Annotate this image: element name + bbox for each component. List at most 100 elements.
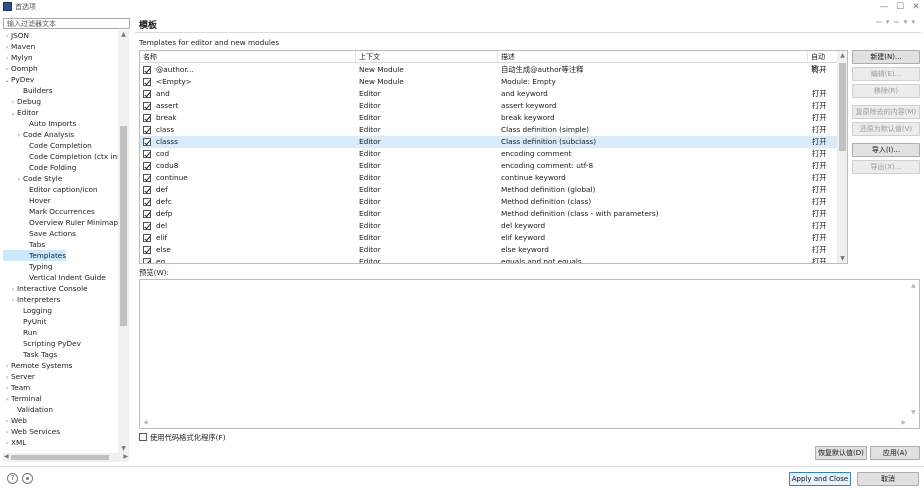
row-checkbox[interactable] xyxy=(143,102,151,110)
preview-area[interactable]: ▲ ▼ ◀ ▶ xyxy=(139,279,920,429)
row-checkbox[interactable] xyxy=(143,174,151,182)
edit-button[interactable]: 编辑(E)... xyxy=(852,67,920,81)
table-row[interactable]: defp Editor Method definition (class - wit… xyxy=(140,208,837,220)
row-checkbox[interactable] xyxy=(143,246,151,254)
tree-item[interactable]: › Web xyxy=(3,415,27,426)
tree-item[interactable]: Tabs xyxy=(3,239,45,250)
row-checkbox[interactable] xyxy=(143,150,151,158)
column-header-auto-insert[interactable]: 自动插... xyxy=(808,51,837,73)
table-row[interactable]: codu8 Editor encoding comment: utf-8 打开 xyxy=(140,160,837,172)
tree-item[interactable]: Hover xyxy=(3,195,51,206)
row-checkbox[interactable] xyxy=(143,258,151,263)
tree-item[interactable]: › Mylyn xyxy=(3,52,33,63)
tree-vertical-scrollbar[interactable]: ▲ ▼ xyxy=(118,30,129,453)
table-row[interactable]: @author... New Module 自动生成@author等注释 打开 xyxy=(140,64,837,76)
tree-item[interactable]: Typing xyxy=(3,261,53,272)
tree-item[interactable]: › Terminal xyxy=(3,393,42,404)
cancel-button[interactable]: 取消 xyxy=(857,472,919,486)
tree-item[interactable]: Builders xyxy=(3,85,53,96)
preview-vertical-scrollbar[interactable]: ▲ ▼ xyxy=(908,280,919,418)
scroll-up-icon[interactable]: ▲ xyxy=(837,52,847,59)
use-formatter-checkbox[interactable]: 使用代码格式化程序(F) xyxy=(139,433,226,443)
import-export-icon[interactable] xyxy=(22,473,33,484)
scroll-thumb[interactable] xyxy=(11,455,109,460)
filter-input[interactable]: 输入过滤器文本 xyxy=(3,18,130,29)
tree-item[interactable]: › Maven xyxy=(3,41,35,52)
import-button[interactable]: 导入(I)... xyxy=(852,143,920,157)
tree-item[interactable]: › Code Analysis xyxy=(3,129,74,140)
table-row[interactable]: classs Editor Class definition (subclass) 打… xyxy=(140,136,837,148)
tree-item[interactable]: Scripting PyDev xyxy=(3,338,81,349)
row-checkbox[interactable] xyxy=(143,114,151,122)
export-button[interactable]: 导出(X)... xyxy=(852,160,920,174)
navigation-arrows[interactable]: ⇦ ▾ ⇨ ▾ ▾ xyxy=(876,18,916,26)
restore-defaults-button[interactable]: 恢复默认值(D) xyxy=(815,446,867,460)
row-checkbox[interactable] xyxy=(143,198,151,206)
tree-item[interactable]: › Oomph xyxy=(3,63,38,74)
tree-item[interactable]: Save Actions xyxy=(3,228,76,239)
tree-item[interactable]: › Team xyxy=(3,382,31,393)
scroll-down-icon[interactable]: ▼ xyxy=(837,255,847,262)
tree-item[interactable]: › Debug xyxy=(3,96,41,107)
row-checkbox[interactable] xyxy=(143,78,151,86)
tree-item[interactable]: ⌄Editor xyxy=(3,107,38,118)
tree-item[interactable]: Code Folding xyxy=(3,162,76,173)
tree-item[interactable]: › Web Services xyxy=(3,426,60,437)
table-row[interactable]: else Editor else keyword 打开 xyxy=(140,244,837,256)
tree-item[interactable]: › Remote Systems xyxy=(3,360,73,371)
column-header-name[interactable]: 名称 xyxy=(140,51,356,63)
close-button[interactable]: ✕ xyxy=(908,1,924,13)
column-header-context[interactable]: 上下文 xyxy=(356,51,498,63)
scroll-left-icon[interactable]: ◀ xyxy=(4,453,9,460)
table-row[interactable]: elif Editor elif keyword 打开 xyxy=(140,232,837,244)
table-row[interactable]: <Empty> New Module Module: Empty xyxy=(140,76,837,88)
scroll-down-icon[interactable]: ▼ xyxy=(118,445,129,452)
maximize-button[interactable]: ☐ xyxy=(892,1,908,13)
scroll-up-icon[interactable]: ▲ xyxy=(911,282,916,289)
table-row[interactable]: class Editor Class definition (simple) 打开 xyxy=(140,124,837,136)
restore-removed-button[interactable]: 复原除去的内容(M) xyxy=(852,105,920,119)
tree-item[interactable]: › Server xyxy=(3,371,35,382)
tree-item[interactable]: Editor caption/icon xyxy=(3,184,98,195)
row-checkbox[interactable] xyxy=(143,222,151,230)
tree-item[interactable]: Code Completion (ctx insensitive) xyxy=(3,151,120,162)
revert-default-button[interactable]: 还原为默认值(V) xyxy=(852,122,920,136)
row-checkbox[interactable] xyxy=(143,138,151,146)
table-row[interactable]: eq Editor equals and not equals 打开 xyxy=(140,256,837,263)
tree-item[interactable]: › Code Style xyxy=(3,173,63,184)
preview-horizontal-scrollbar[interactable]: ◀ ▶ xyxy=(140,417,909,428)
tree-item[interactable]: Code Completion xyxy=(3,140,92,151)
table-row[interactable]: break Editor break keyword 打开 xyxy=(140,112,837,124)
new-button[interactable]: 新建(N)... xyxy=(852,50,920,64)
row-checkbox[interactable] xyxy=(143,162,151,170)
tree-item[interactable]: › Interpreters xyxy=(3,294,60,305)
table-row[interactable]: cod Editor encoding comment 打开 xyxy=(140,148,837,160)
row-checkbox[interactable] xyxy=(143,186,151,194)
tree-item[interactable]: Vertical Indent Guide xyxy=(3,272,106,283)
tree-item[interactable]: Mark Occurrences xyxy=(3,206,95,217)
row-checkbox[interactable] xyxy=(143,90,151,98)
row-checkbox[interactable] xyxy=(143,126,151,134)
table-row[interactable]: continue Editor continue keyword 打开 xyxy=(140,172,837,184)
scroll-up-icon[interactable]: ▲ xyxy=(118,31,129,38)
table-row[interactable]: defc Editor Method definition (class) 打开 xyxy=(140,196,837,208)
tree-item[interactable]: Auto Imports xyxy=(3,118,76,129)
tree-item[interactable]: › JSON xyxy=(3,30,29,41)
row-checkbox[interactable] xyxy=(143,66,151,74)
scroll-right-icon[interactable]: ▶ xyxy=(901,419,906,426)
table-row[interactable]: assert Editor assert keyword 打开 xyxy=(140,100,837,112)
scroll-left-icon[interactable]: ◀ xyxy=(143,419,148,426)
row-checkbox[interactable] xyxy=(143,210,151,218)
collapsed-chevron-icon[interactable]: › xyxy=(3,438,11,449)
tree-item[interactable]: › Interactive Console xyxy=(3,283,88,294)
tree-item[interactable]: › XML xyxy=(3,437,27,449)
help-icon[interactable]: ? xyxy=(7,473,18,484)
row-checkbox[interactable] xyxy=(143,234,151,242)
apply-and-close-button[interactable]: Apply and Close xyxy=(789,472,851,486)
tree-item[interactable]: Validation xyxy=(3,404,53,415)
tree-item[interactable]: Overview Ruler Minimap xyxy=(3,217,118,228)
scroll-down-icon[interactable]: ▼ xyxy=(911,409,916,416)
tree-item[interactable]: ⌄PyDev xyxy=(3,74,34,85)
scroll-thumb[interactable] xyxy=(839,63,846,151)
table-vertical-scrollbar[interactable]: ▲ ▼ xyxy=(837,51,847,263)
